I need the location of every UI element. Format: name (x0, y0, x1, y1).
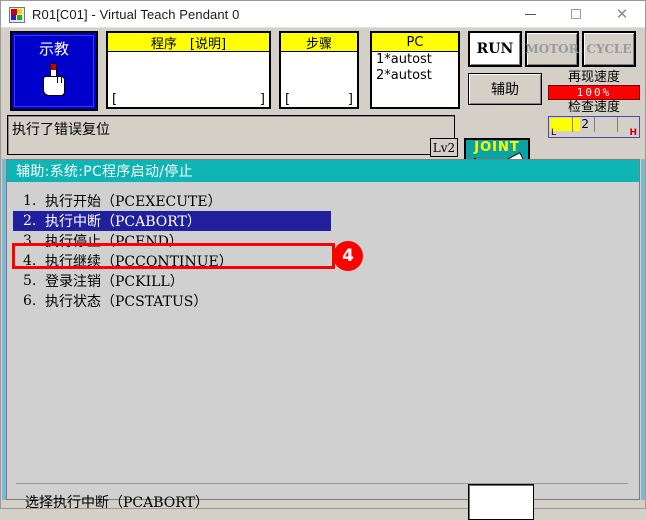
menu-breadcrumb: 辅助:系统:PC程序启动/停止 (16, 164, 193, 180)
program-panel-header: 程序 [说明] (108, 33, 269, 52)
bottom-input-box[interactable] (468, 484, 534, 520)
program-open-bracket: [ (112, 92, 118, 107)
check-speed-value: 2 (581, 117, 590, 131)
menu-item-2[interactable]: 2. 执行中断（PCABORT） (13, 211, 331, 231)
menu-item-5[interactable]: 5. 登录注销（PCKILL） (7, 271, 627, 291)
menu-list: 1. 执行开始（PCEXECUTE） 2. 执行中断（PCABORT） 3. 执行停止（P… (7, 191, 627, 311)
menu-item-1[interactable]: 1. 执行开始（PCEXECUTE） (7, 191, 627, 211)
title-bar: R01[C01] - Virtual Teach Pendant 0 ✕ (1, 1, 645, 28)
menu-item-number: 5. (23, 273, 37, 289)
menu-item-label: 执行停止（PCEND） (45, 234, 183, 250)
pendant-body: 示教 程序 [说明] [ ] 步骤 [] PC 1*autost 2*auto… (2, 28, 645, 520)
right-edge-strip (641, 159, 645, 500)
step-panel[interactable]: 步骤 [ ] (279, 31, 359, 109)
maximize-button[interactable] (553, 1, 599, 28)
bottom-separator (16, 483, 628, 484)
minimize-button[interactable] (507, 1, 553, 28)
menu-item-4[interactable]: 4. 执行继续（PCCONTINUE） (7, 251, 627, 271)
aux-button[interactable]: 辅助 (468, 73, 542, 105)
menu-item-3[interactable]: 3. 执行停止（PCEND） (7, 231, 627, 251)
check-speed-label: 检查速度 (567, 100, 620, 115)
status-message-text: 执行了错误复位 (12, 122, 110, 138)
step-close-bracket: ] (347, 92, 353, 107)
teach-button-label: 示教 (38, 40, 69, 58)
menu-item-number: 3. (23, 233, 37, 249)
status-level-badge: Lv2 (430, 138, 458, 157)
annotation-step-badge: 4 (333, 241, 363, 271)
teach-mode-button[interactable]: 示教 (10, 31, 98, 111)
menu-item-6[interactable]: 6. 执行状态（PCSTATUS） (7, 291, 627, 311)
run-button[interactable]: RUN (468, 31, 522, 67)
pc-panel-header: PC (372, 33, 458, 52)
pc-panel-line-2: 2*autost (376, 68, 432, 83)
check-speed-high-label: H (629, 128, 637, 138)
pendant-toolbar: 示教 程序 [说明] [ ] 步骤 [] PC 1*autost 2*auto… (2, 28, 645, 138)
pc-panel[interactable]: PC 1*autost 2*autost (370, 31, 460, 109)
playback-speed-label: 再现速度 (567, 70, 620, 85)
menu-item-label: 执行中断（PCABORT） (45, 214, 201, 230)
menu-header-bar: 辅助:系统:PC程序启动/停止 (7, 160, 639, 182)
check-speed-low-label: L (551, 128, 557, 138)
menu-item-label: 执行开始（PCEXECUTE） (45, 194, 222, 210)
bottom-status-text: 选择执行中断（PCABORT） (25, 495, 209, 511)
window-controls: ✕ (507, 1, 645, 28)
bottom-status-bar: 选择执行中断（PCABORT） (16, 484, 628, 520)
check-speed-gauge[interactable]: 2 L H (548, 116, 640, 138)
status-message-bar: 执行了错误复位 (7, 115, 455, 155)
hand-pointer-icon (41, 63, 67, 97)
step-open-bracket: [ (285, 92, 291, 107)
menu-item-label: 登录注销（PCKILL） (45, 274, 184, 290)
step-panel-header: 步骤 (281, 33, 357, 52)
menu-item-number: 4. (23, 253, 37, 269)
cycle-button[interactable]: CYCLE (582, 31, 636, 67)
mode-button-group: RUN MOTOR CYCLE (468, 31, 636, 67)
window-title: R01[C01] - Virtual Teach Pendant 0 (32, 6, 240, 22)
menu-item-number: 2. (23, 213, 37, 229)
app-icon (8, 6, 25, 23)
pc-panel-line-1: 1*autost (376, 52, 432, 67)
virtual-teach-pendant-window: R01[C01] - Virtual Teach Pendant 0 ✕ 示教 … (0, 0, 646, 520)
playback-speed-value: 100% (548, 85, 640, 100)
menu-item-label: 执行继续（PCCONTINUE） (45, 254, 233, 270)
motor-button[interactable]: MOTOR (525, 31, 579, 67)
menu-item-number: 1. (23, 193, 37, 209)
program-panel[interactable]: 程序 [说明] [ ] (106, 31, 271, 109)
menu-item-number: 6. (23, 293, 37, 309)
close-icon[interactable]: ✕ (599, 1, 645, 28)
program-close-bracket: ] (259, 92, 265, 107)
speed-indicators: 再现速度 100% 检查速度 2 L H (548, 70, 640, 138)
menu-item-label: 执行状态（PCSTATUS） (45, 294, 208, 310)
